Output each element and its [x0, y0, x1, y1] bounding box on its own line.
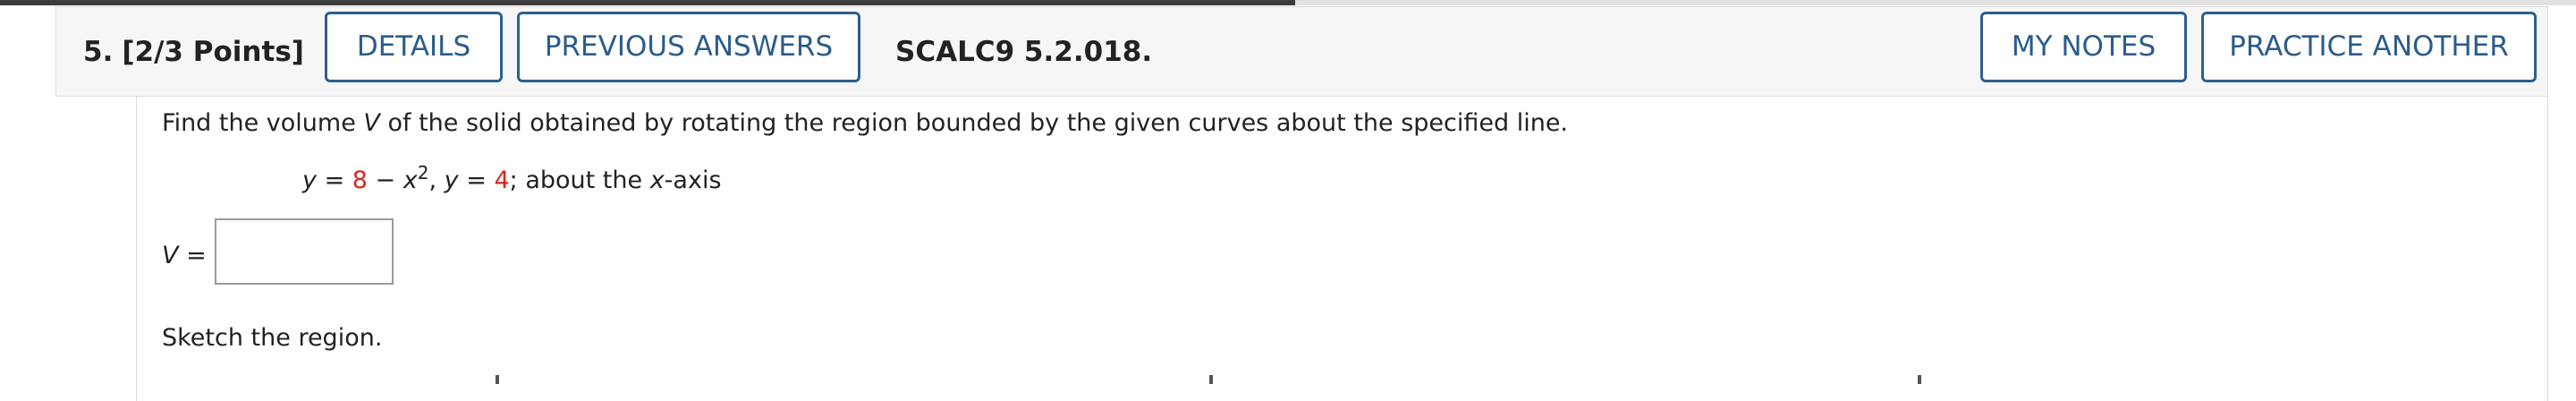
details-button[interactable]: DETAILS: [325, 12, 503, 82]
graph-option-3-axis-tick: [1918, 375, 1921, 384]
question-body: Find the volume V of the solid obtained …: [136, 97, 2548, 401]
constant-8: 8: [352, 166, 368, 194]
page-scrollbar[interactable]: [0, 0, 2576, 5]
exponent: 2: [417, 162, 429, 183]
curve-equations: y = 8 − x2, y = 4; about the x-axis: [302, 162, 722, 194]
question-header: 5. [2/3 Points] DETAILS PREVIOUS ANSWERS …: [55, 6, 2548, 97]
question-number: 5.: [83, 36, 114, 68]
page-scrollbar-thumb[interactable]: [0, 0, 1295, 5]
graph-option-2-axis-tick: [1209, 375, 1213, 384]
answer-label: V =: [162, 242, 207, 269]
question-label: 5. [2/3 Points]: [83, 7, 304, 97]
practice-another-button[interactable]: PRACTICE ANOTHER: [2201, 12, 2537, 82]
question-reference: SCALC9 5.2.018.: [895, 36, 1153, 68]
question-prompt: Find the volume V of the solid obtained …: [162, 109, 1569, 137]
question-points: [2/3 Points]: [122, 36, 304, 68]
volume-answer-input[interactable]: [215, 218, 394, 285]
my-notes-button[interactable]: MY NOTES: [1980, 12, 2187, 82]
constant-4: 4: [494, 166, 510, 194]
prompt-variable: V: [363, 109, 380, 137]
graph-option-1-axis-tick: [496, 375, 499, 384]
sketch-instruction: Sketch the region.: [162, 324, 383, 352]
previous-answers-button[interactable]: PREVIOUS ANSWERS: [517, 12, 860, 82]
